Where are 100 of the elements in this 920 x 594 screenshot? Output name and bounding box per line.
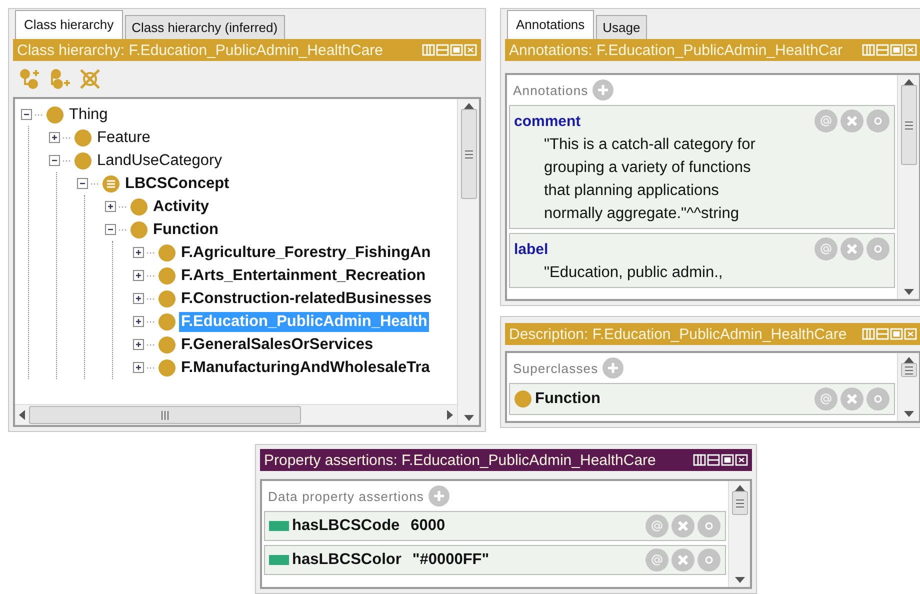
annotate-icon[interactable]	[814, 237, 838, 261]
data-property-name[interactable]: hasLBCSColor	[292, 551, 402, 569]
class-icon	[514, 390, 532, 408]
annotation-value: grouping a variety of functions	[543, 158, 752, 178]
add-subclass-icon[interactable]	[19, 68, 41, 90]
view-title: Property assertions: F.Education_PublicAdmin_HealthCare	[264, 452, 657, 468]
tree-item[interactable]: F.Construction-relatedBusinesses	[179, 288, 434, 308]
delete-icon[interactable]	[840, 109, 864, 133]
expand-icon[interactable]	[133, 316, 144, 327]
edit-icon[interactable]	[866, 109, 890, 133]
tree-item[interactable]: LandUseCategory	[95, 150, 224, 170]
tab[interactable]: Annotations	[507, 10, 594, 39]
section-heading: Data property assertions	[268, 488, 424, 504]
add-icon[interactable]	[592, 79, 614, 101]
add-sibling-icon[interactable]	[49, 68, 71, 90]
annotate-icon[interactable]	[814, 387, 838, 411]
tree-item[interactable]: Thing	[67, 104, 110, 124]
view-buttons-icon[interactable]	[693, 454, 749, 466]
scroll-grip-icon	[160, 410, 170, 420]
delete-icon[interactable]	[671, 548, 695, 572]
annotate-icon[interactable]	[645, 548, 669, 572]
view-title: Description: F.Education_PublicAdmin_HealthCare	[509, 326, 848, 342]
data-property-value: 6000	[410, 517, 446, 535]
data-property-name[interactable]: hasLBCSCode	[292, 517, 400, 535]
tree-connector-icon	[147, 298, 155, 300]
class-icon	[158, 266, 176, 284]
add-icon[interactable]	[602, 357, 624, 379]
expand-icon[interactable]	[133, 293, 144, 304]
view-title: Annotations: F.Education_PublicAdmin_HealthCar	[509, 42, 844, 58]
class-icon	[158, 312, 176, 330]
horizontal-scrollbar[interactable]	[15, 404, 457, 425]
tree-connector-icon	[147, 320, 155, 322]
section-heading: Superclasses	[513, 360, 598, 376]
tree-item[interactable]: F.Agriculture_Forestry_FishingAn	[179, 242, 433, 262]
annotation-value: that planning applications	[543, 181, 720, 201]
tree-connector-icon	[147, 274, 155, 276]
expand-icon[interactable]	[105, 201, 116, 212]
tab[interactable]: Class hierarchy (inferred)	[124, 15, 285, 39]
tree-connector-icon	[35, 114, 43, 116]
edit-icon[interactable]	[697, 514, 721, 538]
annotation-value: "Education, public admin.,	[543, 263, 724, 283]
delete-class-icon[interactable]	[79, 68, 101, 90]
collapse-icon[interactable]	[49, 155, 60, 166]
collapse-icon[interactable]	[21, 109, 32, 120]
edit-icon[interactable]	[866, 237, 890, 261]
expand-icon[interactable]	[133, 362, 144, 373]
superclass-name[interactable]: Function	[535, 390, 600, 408]
collapse-icon[interactable]	[105, 224, 116, 235]
scroll-left-icon[interactable]	[19, 410, 25, 420]
tree-item[interactable]: F.ManufacturingAndWholesaleTra	[179, 358, 432, 378]
edit-icon[interactable]	[697, 548, 721, 572]
annotation-value: normally aggregate."^^string	[543, 204, 740, 224]
expand-icon[interactable]	[133, 270, 144, 281]
tree-item[interactable]: Activity	[151, 196, 211, 216]
delete-icon[interactable]	[840, 237, 864, 261]
scroll-grip-icon	[904, 120, 914, 130]
expand-icon[interactable]	[133, 247, 144, 258]
expand-icon[interactable]	[49, 132, 60, 143]
tree-connector-icon	[147, 252, 155, 254]
add-icon[interactable]	[428, 485, 450, 507]
collapse-icon[interactable]	[77, 178, 88, 189]
tree-connector-icon	[119, 206, 127, 208]
tab[interactable]: Usage	[596, 15, 648, 39]
tree-connector-icon	[147, 366, 155, 368]
scroll-right-icon[interactable]	[447, 410, 453, 420]
annotation-value: "This is a catch-all category for	[543, 135, 756, 155]
tree-item[interactable]: LBCSConcept	[123, 174, 232, 194]
tab[interactable]: Class hierarchy	[15, 10, 123, 39]
scroll-grip-icon	[734, 498, 744, 508]
vertical-scrollbar[interactable]	[897, 353, 919, 421]
delete-icon[interactable]	[840, 387, 864, 411]
scroll-down-icon[interactable]	[904, 411, 914, 417]
tree-item[interactable]: Feature	[95, 128, 152, 148]
tree-connector-icon	[119, 228, 127, 230]
vertical-scrollbar[interactable]	[728, 481, 750, 587]
annotation-property[interactable]: label	[514, 240, 548, 258]
tree-item[interactable]: Function	[151, 220, 220, 240]
class-icon	[158, 358, 176, 376]
expand-icon[interactable]	[133, 339, 144, 350]
tree-connector-icon	[91, 182, 99, 184]
edit-icon[interactable]	[866, 387, 890, 411]
tree-connector-icon	[63, 136, 71, 138]
vertical-scrollbar[interactable]	[897, 75, 919, 299]
scroll-down-icon[interactable]	[904, 289, 914, 295]
view-title: Class hierarchy: F.Education_PublicAdmin_HealthCare	[17, 42, 384, 58]
delete-icon[interactable]	[671, 514, 695, 538]
class-icon	[46, 106, 64, 124]
tree-item[interactable]: F.GeneralSalesOrServices	[179, 334, 376, 354]
annotate-icon[interactable]	[645, 514, 669, 538]
annotate-icon[interactable]	[814, 109, 838, 133]
scroll-grip-icon	[904, 366, 914, 374]
class-icon	[74, 128, 92, 146]
tree-connector-icon	[147, 344, 155, 346]
vertical-scrollbar[interactable]	[457, 99, 479, 425]
data-property-icon	[269, 521, 289, 531]
scroll-down-icon[interactable]	[734, 577, 744, 583]
scroll-down-icon[interactable]	[464, 415, 474, 421]
tree-item[interactable]: F.Arts_Entertainment_Recreation	[179, 266, 428, 286]
annotation-property[interactable]: comment	[514, 112, 581, 130]
class-icon	[130, 198, 148, 216]
